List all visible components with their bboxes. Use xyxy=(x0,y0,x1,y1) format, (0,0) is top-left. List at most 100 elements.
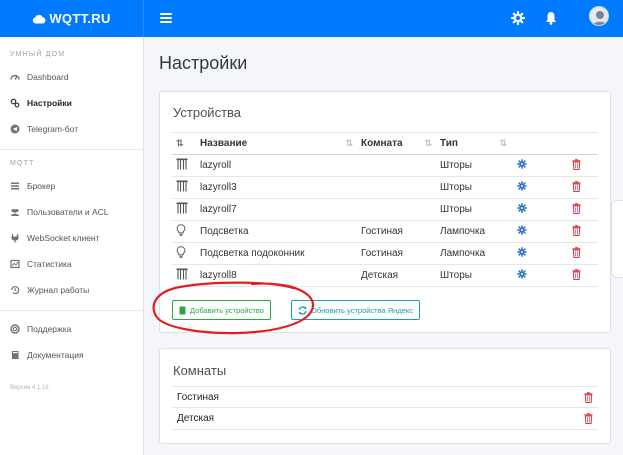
stats-icon xyxy=(10,259,20,269)
device-room xyxy=(357,198,436,221)
delete-trash-icon[interactable] xyxy=(572,202,581,214)
delete-trash-icon[interactable] xyxy=(584,392,593,403)
sidebar-item-settings[interactable]: Настройки xyxy=(10,98,72,108)
menu-toggle-icon[interactable] xyxy=(160,11,172,25)
device-delete-cell xyxy=(568,264,598,287)
top-navbar: WQTT.RU xyxy=(0,0,623,37)
delete-trash-icon[interactable] xyxy=(572,268,581,280)
sidebar: УМНЫЙ ДОМ Dashboard Настройки Telegram-б… xyxy=(0,37,144,455)
device-row[interactable]: Подсветка Гостиная Лампочка xyxy=(172,220,598,243)
device-row[interactable]: lazyroll7 Шторы xyxy=(172,198,598,221)
sidebar-item-users-acl[interactable]: Пользователи и ACL xyxy=(10,207,109,217)
sync-yandex-button[interactable]: Обновить устройства Яндекс xyxy=(291,300,420,320)
device-type: Лампочка xyxy=(436,242,511,265)
device-type-icon-cell xyxy=(172,198,196,221)
telegram-icon xyxy=(10,124,20,134)
device-settings-cell xyxy=(511,220,568,243)
device-room xyxy=(357,176,436,199)
sidebar-item-websocket[interactable]: WebSocket клиент xyxy=(10,233,100,243)
book-icon xyxy=(12,351,19,359)
room-row[interactable]: Гостиная xyxy=(172,386,598,408)
blinds-icon xyxy=(176,180,188,195)
device-name: lazyroll7 xyxy=(196,198,357,221)
device-type-icon-cell xyxy=(172,264,196,287)
device-type-icon-cell xyxy=(172,220,196,243)
bulb-icon xyxy=(176,224,186,239)
delete-trash-icon[interactable] xyxy=(572,180,581,192)
device-settings-cell xyxy=(511,264,568,287)
device-name: lazyroll3 xyxy=(196,176,357,199)
user-avatar[interactable] xyxy=(589,6,609,26)
room-row[interactable]: Детская xyxy=(172,408,598,430)
bulb-icon xyxy=(176,246,186,261)
devices-table-header: ⇅ Название ⇅ Комната ⇅ Тип ⇅ xyxy=(172,132,598,155)
user-icon xyxy=(592,11,608,25)
app-version: Версия 4.1.16 xyxy=(10,385,49,391)
sort-icon: ⇅ xyxy=(499,138,507,148)
sidebar-item-statistics[interactable]: Статистика xyxy=(10,259,72,269)
delete-trash-icon[interactable] xyxy=(572,224,581,236)
column-header-room[interactable]: Комната ⇅ xyxy=(357,132,436,155)
device-delete-cell xyxy=(568,198,598,221)
device-settings-cell xyxy=(511,176,568,199)
device-row[interactable]: lazyroll3 Шторы xyxy=(172,176,598,199)
device-type: Шторы xyxy=(436,264,511,287)
column-header-type[interactable]: Тип ⇅ xyxy=(436,132,511,155)
plug-icon xyxy=(11,234,19,243)
sidebar-item-telegram[interactable]: Telegram-бот xyxy=(10,124,78,134)
device-settings-cell xyxy=(511,154,568,177)
dashboard-icon xyxy=(10,74,20,80)
device-settings-icon[interactable] xyxy=(517,159,527,169)
sidebar-divider xyxy=(0,310,144,311)
device-row[interactable]: Подсветка подоконник Гостиная Лампочка xyxy=(172,242,598,265)
blinds-icon xyxy=(176,158,188,173)
device-name: lazyroll xyxy=(196,154,357,177)
sidebar-divider xyxy=(0,149,144,150)
column-header-name[interactable]: Название ⇅ xyxy=(196,132,357,155)
device-delete-cell xyxy=(568,242,598,265)
device-settings-icon[interactable] xyxy=(517,247,527,257)
delete-trash-icon[interactable] xyxy=(584,413,593,424)
sidebar-item-support[interactable]: Поддержка xyxy=(10,324,71,334)
sidebar-section-mqtt: MQTT xyxy=(10,160,35,167)
device-row[interactable]: lazyroll Шторы xyxy=(172,154,598,177)
sidebar-item-dashboard[interactable]: Dashboard xyxy=(10,72,69,82)
delete-trash-icon[interactable] xyxy=(572,246,581,258)
device-settings-icon[interactable] xyxy=(517,225,527,235)
sidebar-item-log[interactable]: Журнал работы xyxy=(10,285,89,295)
device-type-icon-cell xyxy=(172,176,196,199)
device-type: Шторы xyxy=(436,198,511,221)
device-settings-cell xyxy=(511,198,568,221)
bell-icon[interactable] xyxy=(543,10,559,26)
device-name: lazyroll8 xyxy=(196,264,357,287)
device-delete-cell xyxy=(568,220,598,243)
device-settings-icon[interactable] xyxy=(517,269,527,279)
sidebar-item-broker[interactable]: Брокер xyxy=(10,181,55,191)
sidebar-section-home: УМНЫЙ ДОМ xyxy=(10,51,66,58)
devices-table: ⇅ Название ⇅ Комната ⇅ Тип ⇅ lazyroll Шторы l… xyxy=(172,132,598,287)
brand-logo[interactable]: WQTT.RU xyxy=(0,0,144,37)
blinds-icon xyxy=(176,202,188,217)
cloud-icon xyxy=(33,14,46,23)
support-icon xyxy=(10,324,20,334)
server-icon xyxy=(11,182,19,190)
device-settings-icon[interactable] xyxy=(517,203,527,213)
rooms-card-title: Комнаты xyxy=(173,363,227,378)
users-icon xyxy=(11,209,19,216)
device-type-icon-cell xyxy=(172,154,196,177)
device-room xyxy=(357,154,436,177)
device-settings-cell xyxy=(511,242,568,265)
device-row[interactable]: lazyroll8 Детская Шторы xyxy=(172,264,598,287)
side-panel-tab[interactable] xyxy=(611,200,623,278)
column-header-settings xyxy=(511,132,568,155)
device-type-icon-cell xyxy=(172,242,196,265)
device-delete-cell xyxy=(568,154,598,177)
device-delete-cell xyxy=(568,176,598,199)
sidebar-item-docs[interactable]: Документация xyxy=(10,350,84,360)
settings-cog-icon[interactable] xyxy=(510,10,526,26)
sort-icon: ⇅ xyxy=(345,138,353,148)
add-device-button[interactable]: Добавить устройство xyxy=(172,300,271,320)
delete-trash-icon[interactable] xyxy=(572,158,581,170)
sort-all-header[interactable]: ⇅ xyxy=(172,132,196,155)
device-settings-icon[interactable] xyxy=(517,181,527,191)
